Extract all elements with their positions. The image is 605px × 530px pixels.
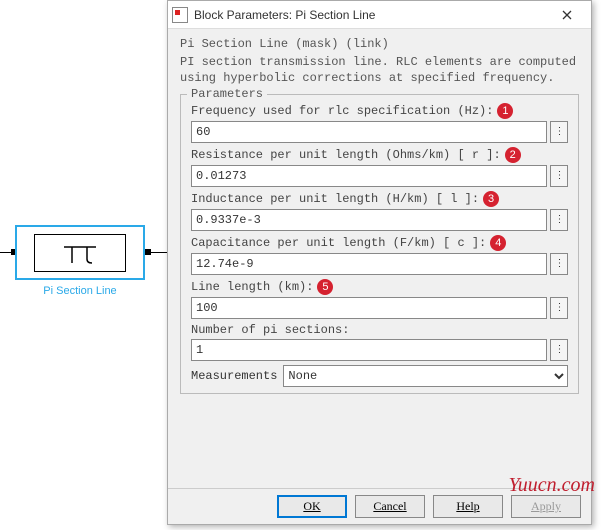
row-ind: Inductance per unit length (H/km) [ l ]:… [191,191,568,231]
more-cap[interactable]: ⋮ [550,253,568,275]
ok-button[interactable]: OK [277,495,347,518]
titlebar[interactable]: Block Parameters: Pi Section Line [168,1,591,29]
badge-2: 2 [505,147,521,163]
mask-line: Pi Section Line (mask) (link) [180,37,579,51]
port-right [145,249,151,255]
row-len: Line length (km): 5 ⋮ [191,279,568,319]
label-ind: Inductance per unit length (H/km) [ l ]: [191,192,479,206]
simulink-icon [172,7,188,23]
label-measurements: Measurements [191,369,277,383]
input-ind[interactable] [191,209,547,231]
cancel-button[interactable]: Cancel [355,495,425,518]
input-freq[interactable] [191,121,547,143]
dialog-window: Block Parameters: Pi Section Line Pi Sec… [167,0,592,525]
description: PI section transmission line. RLC elemen… [180,54,579,86]
label-freq: Frequency used for rlc specification (Hz… [191,104,493,118]
label-len: Line length (km): [191,280,313,294]
badge-1: 1 [497,103,513,119]
label-cap: Capacitance per unit length (F/km) [ c ]… [191,236,486,250]
more-freq[interactable]: ⋮ [550,121,568,143]
dialog-content: Pi Section Line (mask) (link) PI section… [168,29,591,488]
row-measurements: Measurements None [191,365,568,387]
pi-icon [60,241,100,265]
close-button[interactable] [547,2,587,28]
more-res[interactable]: ⋮ [550,165,568,187]
select-measurements[interactable]: None [283,365,568,387]
apply-button[interactable]: Apply [511,495,581,518]
row-res: Resistance per unit length (Ohms/km) [ r… [191,147,568,187]
input-cap[interactable] [191,253,547,275]
more-ind[interactable]: ⋮ [550,209,568,231]
close-icon [562,10,572,20]
badge-3: 3 [483,191,499,207]
block-inner [34,234,126,272]
block-label[interactable]: Pi Section Line [15,285,145,297]
label-npi: Number of pi sections: [191,323,349,337]
more-len[interactable]: ⋮ [550,297,568,319]
more-npi[interactable]: ⋮ [550,339,568,361]
badge-5: 5 [317,279,333,295]
dialog-title: Block Parameters: Pi Section Line [194,8,547,22]
badge-4: 4 [490,235,506,251]
input-len[interactable] [191,297,547,319]
help-button[interactable]: Help [433,495,503,518]
input-res[interactable] [191,165,547,187]
row-npi: Number of pi sections: ⋮ [191,323,568,361]
input-npi[interactable] [191,339,547,361]
watermark: Yuucn.com [509,475,595,495]
block-pi-section-line[interactable] [15,225,145,280]
parameters-group: Parameters Frequency used for rlc specif… [180,94,579,394]
parameters-legend: Parameters [187,87,267,101]
row-cap: Capacitance per unit length (F/km) [ c ]… [191,235,568,275]
row-freq: Frequency used for rlc specification (Hz… [191,103,568,143]
label-res: Resistance per unit length (Ohms/km) [ r… [191,148,501,162]
